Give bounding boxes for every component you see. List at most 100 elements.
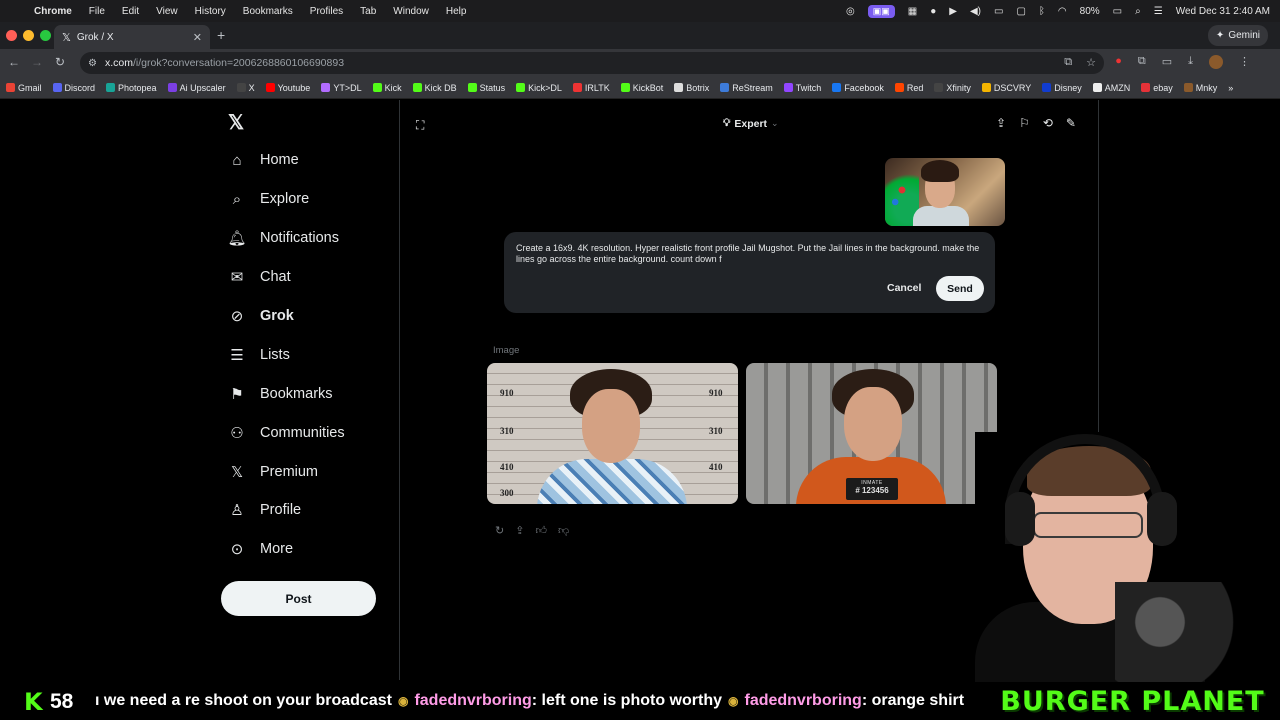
cast-icon[interactable]: ▭ [1162,55,1172,69]
cancel-button[interactable]: Cancel [887,282,921,294]
bookmark-item[interactable]: Kick [372,83,402,93]
mode-selector[interactable]: 💡︎ Expert ⌄ [723,117,779,130]
bookmark-item[interactable]: Twitch [783,83,821,93]
screen-share-icon[interactable]: ▣▣ [867,4,895,18]
tab-close-icon[interactable]: ✕ [193,31,202,44]
install-app-icon[interactable]: ⧉ [1064,56,1072,69]
reload-icon[interactable]: ↻ [55,55,65,69]
bookmark-item[interactable]: X [236,83,255,93]
menu-edit[interactable]: Edit [122,6,139,17]
sidebar-item-explore[interactable]: ⌕ Explore [228,180,345,219]
sidebar-item-premium[interactable]: 𝕏 Premium [228,452,345,491]
share-icon[interactable]: ⇪ [515,524,524,537]
bookmark-star-icon[interactable]: ☆ [1086,56,1096,69]
bookmark-item[interactable]: Youtube [265,83,310,93]
play-icon[interactable]: ▶ [949,6,957,17]
sidebar-item-chat[interactable]: ✉ Chat [228,258,345,297]
bookmark-item[interactable]: AMZN [1092,83,1130,93]
display-icon[interactable]: ▭ [994,6,1003,17]
profile-avatar[interactable] [1209,55,1223,69]
bookmark-item[interactable]: Photopea [106,83,157,93]
generated-image-1[interactable]: 910 310 410 300 910 310 410 [487,363,738,504]
sidebar-item-more[interactable]: ⊙ More [228,530,345,569]
bluetooth-icon[interactable]: ᛒ [1039,6,1045,17]
bookmark-item[interactable]: DSCVRY [981,83,1031,93]
bookmark-icon[interactable]: ⚐ [1019,116,1030,130]
bookmark-item[interactable]: Xfinity [934,83,971,93]
screen-icon[interactable]: ▢ [1016,6,1025,17]
control-center-icon[interactable]: ☰ [1154,6,1163,17]
menu-tab[interactable]: Tab [360,6,376,17]
bookmark-item[interactable]: ReStream [720,83,773,93]
x-logo-icon[interactable]: 𝕏 [228,110,244,135]
menu-file[interactable]: File [89,6,105,17]
bookmark-item[interactable]: Disney [1042,83,1082,93]
bookmark-item[interactable]: Kick>DL [516,83,562,93]
bookmark-item[interactable]: Kick DB [412,83,457,93]
sidebar-item-notifications[interactable]: 🔔︎ Notifications [227,219,345,258]
thumbs-down-icon[interactable]: 👎︎ [558,524,569,537]
share-icon[interactable]: ⇪ [996,116,1006,130]
menu-chrome[interactable]: Chrome [34,6,72,17]
bookmarks-overflow-icon[interactable]: » [1228,83,1233,93]
bookmark-item[interactable]: Mnky [1183,83,1217,93]
bookmark-item[interactable]: Status [467,83,505,93]
new-chat-icon[interactable]: ✎ [1066,116,1076,130]
clock[interactable]: Wed Dec 31 2:40 AM [1176,6,1270,17]
close-window-button[interactable] [6,30,17,41]
wifi-icon[interactable]: ◠ [1058,6,1067,17]
bookmark-item[interactable]: IRLTK [572,83,610,93]
tab-grok[interactable]: 𝕏 Grok / X ✕ [54,25,210,49]
bookmark-item[interactable]: Gmail [6,83,42,93]
sidebar-item-lists[interactable]: ☰ Lists [228,335,345,374]
spotlight-search-icon[interactable]: ⌕ [1135,6,1141,17]
bookmark-item[interactable]: ebay [1141,83,1173,93]
menu-bookmarks[interactable]: Bookmarks [243,6,293,17]
volume-icon[interactable]: ◀) [970,6,981,17]
minimize-window-button[interactable] [23,30,34,41]
menu-window[interactable]: Window [393,6,429,17]
bookmark-item[interactable]: Red [894,83,923,93]
extension-red-icon[interactable]: ● [1115,55,1122,69]
thumbs-up-icon[interactable]: 👍︎ [535,524,547,537]
history-icon[interactable]: ⟲ [1043,116,1053,130]
bookmark-item[interactable]: Facebook [832,83,884,93]
creative-cloud-icon[interactable]: ◎ [846,6,855,17]
downloads-icon[interactable]: ⤓ [1188,55,1193,69]
sidebar-item-communities[interactable]: ⚇ Communities [228,413,344,452]
sidebar-item-grok[interactable]: ⊘ Grok [228,297,345,336]
generated-image-2[interactable]: INMATE # 123456 [746,363,997,504]
edit-prompt-box[interactable]: Create a 16x9. 4K resolution. Hyper real… [504,232,995,313]
zoom-window-button[interactable] [40,30,51,41]
bookmark-item[interactable]: Botrix [674,83,709,93]
attached-image[interactable] [885,158,1005,226]
menu-profiles[interactable]: Profiles [310,6,343,17]
new-tab-button[interactable]: + [217,27,225,43]
sidebar-item-bookmarks[interactable]: ⚑ Bookmarks [228,374,345,413]
back-icon[interactable]: ← [8,55,20,69]
expand-icon[interactable]: ⛶ [416,118,424,133]
bookmark-item[interactable]: KickBot [620,83,663,93]
user-icon[interactable]: ● [930,6,936,17]
bookmark-item[interactable]: Discord [52,83,95,93]
gemini-button[interactable]: ✦ Gemini [1207,25,1268,46]
extensions-puzzle-icon[interactable]: ⧉ [1138,55,1146,69]
menu-history[interactable]: History [195,6,226,17]
menu-kebab-icon[interactable]: ⋮ [1239,55,1250,69]
mnky-icon [1183,83,1193,92]
battery-icon[interactable]: ▭ [1113,6,1122,17]
menu-help[interactable]: Help [446,6,467,17]
prompt-textarea[interactable]: Create a 16x9. 4K resolution. Hyper real… [516,243,981,265]
forward-icon[interactable]: → [31,55,43,69]
bookmark-item[interactable]: YT>DL [321,83,362,93]
sidebar-item-profile[interactable]: ♙ Profile [228,491,345,530]
sidebar-item-home[interactable]: ⌂ Home [228,141,345,180]
bookmark-item[interactable]: Ai Upscaler [167,83,226,93]
site-info-icon[interactable]: ⚙ [88,58,97,69]
address-bar[interactable]: ⚙ x.com/i/grok?conversation=200626886010… [80,52,1104,74]
grid-icon[interactable]: ▦ [908,6,917,17]
send-button[interactable]: Send [936,276,984,301]
post-button[interactable]: Post [221,581,376,616]
menu-view[interactable]: View [156,6,178,17]
regenerate-icon[interactable]: ↻ [495,524,504,537]
